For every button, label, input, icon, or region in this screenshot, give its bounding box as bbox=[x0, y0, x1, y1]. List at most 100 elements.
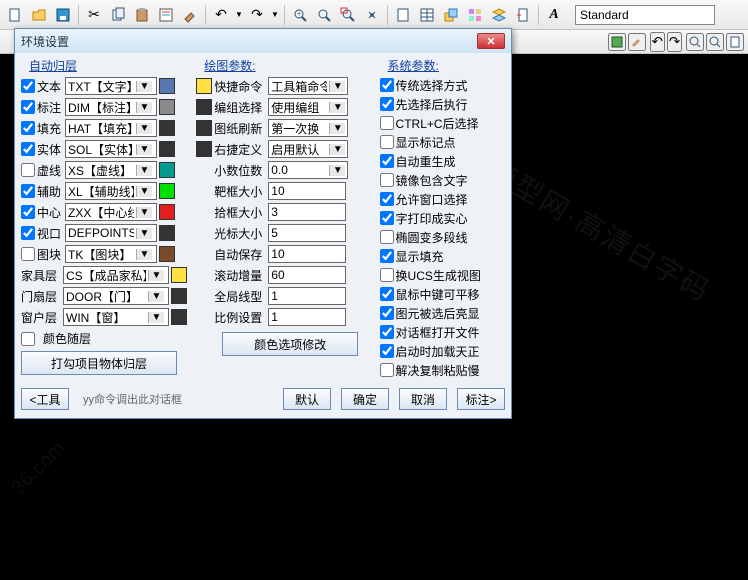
zoom-icon[interactable] bbox=[313, 4, 335, 26]
sys-checkbox[interactable] bbox=[380, 344, 394, 358]
layer-checkbox[interactable] bbox=[21, 247, 35, 261]
param-input[interactable] bbox=[268, 308, 346, 326]
table-icon[interactable] bbox=[416, 4, 438, 26]
zoom-window-icon[interactable]: + bbox=[289, 4, 311, 26]
chevron-down-icon[interactable]: ▼ bbox=[329, 165, 345, 176]
param-input[interactable] bbox=[268, 266, 346, 284]
param-combo[interactable]: ▼ bbox=[268, 161, 348, 179]
tool-button[interactable]: <工具 bbox=[21, 388, 69, 410]
layer-combo-input[interactable] bbox=[66, 79, 136, 93]
sys-checkbox[interactable] bbox=[380, 249, 394, 263]
param-input[interactable] bbox=[268, 224, 346, 242]
layer-checkbox[interactable] bbox=[21, 142, 35, 156]
assign-layer-button[interactable]: 打勾项目物体归层 bbox=[21, 351, 177, 375]
color-swatch[interactable] bbox=[171, 288, 187, 304]
layer-combo[interactable]: ▼ bbox=[65, 77, 157, 95]
layer-checkbox[interactable] bbox=[21, 205, 35, 219]
layer-combo-input[interactable] bbox=[66, 121, 136, 135]
open-icon[interactable] bbox=[28, 4, 50, 26]
layer-combo-input[interactable] bbox=[66, 163, 136, 177]
chevron-down-icon[interactable]: ▼ bbox=[136, 123, 152, 134]
chevron-down-icon[interactable]: ▼ bbox=[329, 81, 345, 92]
layer-checkbox[interactable] bbox=[21, 79, 35, 93]
layer-combo[interactable]: ▼ bbox=[65, 224, 157, 242]
chevron-down-icon[interactable]: ▼ bbox=[136, 165, 152, 176]
color-swatch[interactable] bbox=[171, 309, 187, 325]
param-input[interactable] bbox=[268, 287, 346, 305]
color-swatch[interactable] bbox=[196, 78, 212, 94]
param-combo[interactable]: ▼ bbox=[268, 119, 348, 137]
param-combo[interactable]: ▼ bbox=[268, 77, 348, 95]
chevron-down-icon[interactable]: ▼ bbox=[329, 102, 345, 113]
layer-checkbox[interactable] bbox=[21, 163, 35, 177]
brush2-icon[interactable] bbox=[628, 33, 646, 51]
param-combo-input[interactable] bbox=[269, 142, 329, 156]
sys-checkbox[interactable] bbox=[380, 192, 394, 206]
text-style-combo[interactable]: Standard bbox=[575, 5, 715, 25]
chevron-down-icon[interactable]: ▼ bbox=[329, 123, 345, 134]
sheet-icon[interactable] bbox=[392, 4, 414, 26]
layer-combo-input[interactable] bbox=[66, 142, 136, 156]
color-swatch[interactable] bbox=[159, 183, 175, 199]
sys-checkbox[interactable] bbox=[380, 78, 394, 92]
sys-checkbox[interactable] bbox=[380, 173, 394, 187]
sys-checkbox[interactable] bbox=[380, 287, 394, 301]
layer-props-icon[interactable] bbox=[488, 4, 510, 26]
color-swatch[interactable] bbox=[196, 141, 212, 157]
color-swatch[interactable] bbox=[159, 141, 175, 157]
zoom2-icon[interactable] bbox=[686, 33, 704, 51]
cancel-button[interactable]: 取消 bbox=[399, 388, 447, 410]
chevron-down-icon[interactable]: ▼ bbox=[329, 144, 345, 155]
color-swatch[interactable] bbox=[159, 99, 175, 115]
zoomext2-icon[interactable] bbox=[706, 33, 724, 51]
layer-checkbox[interactable] bbox=[21, 100, 35, 114]
sys-checkbox[interactable] bbox=[380, 363, 394, 377]
new-icon[interactable] bbox=[4, 4, 26, 26]
chevron-down-icon[interactable]: ▼ bbox=[136, 144, 152, 155]
layer-combo-input[interactable] bbox=[66, 247, 136, 261]
sys-checkbox[interactable] bbox=[380, 325, 394, 339]
param-input[interactable] bbox=[268, 203, 346, 221]
color-swatch[interactable] bbox=[159, 225, 175, 241]
chevron-down-icon[interactable]: ▼ bbox=[136, 102, 152, 113]
param-input[interactable] bbox=[268, 182, 346, 200]
sys-checkbox[interactable] bbox=[380, 97, 394, 111]
default-button[interactable]: 默认 bbox=[283, 388, 331, 410]
redo-dd-icon[interactable]: ▼ bbox=[270, 4, 280, 26]
chevron-down-icon[interactable]: ▼ bbox=[136, 186, 152, 197]
sys-checkbox[interactable] bbox=[380, 306, 394, 320]
chevron-down-icon[interactable]: ▼ bbox=[148, 312, 164, 323]
sys-checkbox[interactable] bbox=[380, 230, 394, 244]
color-bylayer-checkbox[interactable] bbox=[21, 332, 35, 346]
blocks-icon[interactable] bbox=[464, 4, 486, 26]
chevron-down-icon[interactable]: ▼ bbox=[136, 81, 152, 92]
save-icon[interactable] bbox=[52, 4, 74, 26]
chevron-down-icon[interactable]: ▼ bbox=[148, 291, 164, 302]
chevron-down-icon[interactable]: ▼ bbox=[136, 249, 152, 260]
layer-checkbox[interactable] bbox=[21, 184, 35, 198]
chevron-down-icon[interactable]: ▼ bbox=[148, 270, 164, 281]
layer-checkbox[interactable] bbox=[21, 226, 35, 240]
layer-combo-input[interactable] bbox=[66, 205, 136, 219]
layers-icon[interactable] bbox=[440, 4, 462, 26]
layer-combo-input[interactable] bbox=[66, 100, 136, 114]
layer-combo-input[interactable] bbox=[66, 226, 136, 240]
layer-combo[interactable]: ▼ bbox=[65, 140, 157, 158]
color-swatch[interactable] bbox=[159, 204, 175, 220]
extra-layer-combo[interactable]: ▼ bbox=[63, 266, 169, 284]
undo-icon[interactable]: ↶ bbox=[210, 4, 232, 26]
brush-icon[interactable] bbox=[179, 4, 201, 26]
close-icon[interactable]: ✕ bbox=[477, 33, 505, 49]
layer-combo[interactable]: ▼ bbox=[65, 245, 157, 263]
extra-layer-combo[interactable]: ▼ bbox=[63, 287, 169, 305]
layer-combo[interactable]: ▼ bbox=[65, 119, 157, 137]
extra-layer-input[interactable] bbox=[64, 310, 148, 324]
sys-checkbox[interactable] bbox=[380, 135, 394, 149]
annotate-button[interactable]: 标注> bbox=[457, 388, 505, 410]
chevron-down-icon[interactable]: ▼ bbox=[136, 207, 152, 218]
color-swatch[interactable] bbox=[196, 99, 212, 115]
layer-checkbox[interactable] bbox=[21, 121, 35, 135]
redo2-icon[interactable]: ↷ bbox=[667, 32, 682, 52]
param-input[interactable] bbox=[268, 245, 346, 263]
color-swatch[interactable] bbox=[171, 267, 187, 283]
